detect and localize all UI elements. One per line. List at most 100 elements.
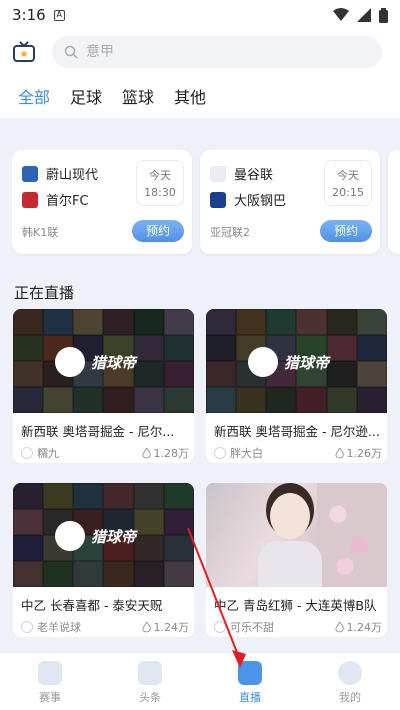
match-carousel[interactable]: 蔚山现代 首尔FC 今天 18:30 韩K1联 预约 曼谷联 大阪钢巴 今天 2… — [12, 150, 400, 256]
view-count: 1.28万 — [141, 445, 190, 461]
live-card[interactable]: 猎球帝 中乙 长春喜都 - 泰安天贶 老羊说球 1.24万 — [13, 483, 194, 637]
fire-icon — [334, 447, 344, 458]
avatar — [21, 621, 33, 633]
trophy-icon — [38, 661, 62, 685]
live-card[interactable]: 中乙 青岛红狮 - 大连英博B队 可乐不甜 1.24万 — [206, 483, 387, 637]
team-row: 蔚山现代 — [22, 164, 98, 183]
team-row: 大阪钢巴 — [210, 190, 286, 209]
live-meta: 老羊说球 1.24万 — [21, 619, 189, 635]
view-count: 1.24万 — [334, 619, 383, 635]
live-thumbnail — [206, 483, 387, 587]
tabbar-item-events[interactable]: 赛事 — [0, 653, 100, 710]
category-tabs: 全部 足球 篮球 其他 — [0, 74, 400, 118]
logo-icon — [55, 347, 85, 377]
team-name: 首尔FC — [46, 194, 89, 209]
play-icon — [238, 661, 262, 685]
signal-icon — [357, 8, 371, 22]
views-text: 1.24万 — [153, 621, 190, 634]
tabbar-label: 头条 — [139, 691, 161, 704]
live-meta: 糯九 1.28万 — [21, 445, 189, 461]
status-bar: 3:16 A — [0, 0, 400, 30]
avatar — [214, 621, 226, 633]
logo-text: 猎球帝 — [91, 527, 137, 546]
brand-logo: 猎球帝 — [248, 347, 329, 377]
live-card[interactable]: 猎球帝 新西联 奥塔哥掘金 - 尼尔... 糯九 1.28万 — [13, 309, 194, 463]
live-meta: 胖大白 1.26万 — [214, 445, 382, 461]
match-day: 今天 — [337, 169, 359, 182]
top-bar — [0, 30, 400, 74]
match-card[interactable]: 蔚山现代 首尔FC 今天 18:30 韩K1联 预约 — [12, 150, 192, 254]
avatar — [214, 447, 226, 459]
logo-text: 猎球帝 — [91, 353, 137, 372]
live-card[interactable]: 猎球帝 新西联 奥塔哥掘金 - 尼尔逊... 胖大白 1.26万 — [206, 309, 387, 463]
view-count: 1.26万 — [334, 445, 383, 461]
tab-all[interactable]: 全部 — [18, 84, 50, 108]
news-icon — [138, 661, 162, 685]
tab-football[interactable]: 足球 — [70, 84, 102, 108]
fire-icon — [334, 621, 344, 632]
fire-icon — [141, 447, 151, 458]
views-text: 1.28万 — [153, 447, 190, 460]
wifi-icon — [333, 8, 349, 21]
streamer-figure — [258, 541, 322, 587]
live-title: 新西联 奥塔哥掘金 - 尼尔逊... — [214, 424, 380, 439]
views-text: 1.26万 — [346, 447, 383, 460]
logo-icon — [248, 347, 278, 377]
fire-icon — [141, 621, 151, 632]
team-badge-icon — [22, 191, 38, 208]
reserve-button[interactable]: 预约 — [320, 220, 372, 242]
flowers-decoration — [317, 483, 387, 587]
section-title: 正在直播 — [14, 284, 75, 302]
brand-logo: 猎球帝 — [55, 347, 136, 377]
live-title: 新西联 奥塔哥掘金 - 尼尔... — [21, 424, 175, 439]
tab-other[interactable]: 其他 — [174, 84, 206, 108]
bottom-tab-bar: 赛事 头条 直播 我的 — [0, 652, 400, 710]
league-name: 韩K1联 — [22, 226, 59, 239]
anchor-name: 胖大白 — [230, 447, 263, 460]
streamer-face — [270, 493, 310, 539]
tabbar-item-headlines[interactable]: 头条 — [100, 653, 200, 710]
reserve-button[interactable]: 预约 — [132, 220, 184, 242]
match-card-partial[interactable] — [388, 150, 400, 254]
team-name: 曼谷联 — [234, 168, 274, 183]
tabbar-label: 赛事 — [39, 691, 61, 704]
tabbar-item-live[interactable]: 直播 — [200, 653, 300, 710]
profile-icon — [338, 661, 362, 685]
live-title: 中乙 青岛红狮 - 大连英博B队 — [214, 598, 377, 613]
view-count: 1.24万 — [141, 619, 190, 635]
team-row: 曼谷联 — [210, 164, 273, 183]
team-row: 首尔FC — [22, 190, 89, 209]
views-text: 1.24万 — [346, 621, 383, 634]
status-icons — [333, 7, 388, 23]
tabbar-item-profile[interactable]: 我的 — [300, 653, 400, 710]
logo-icon — [55, 521, 85, 551]
search-box[interactable] — [52, 36, 382, 68]
anchor-name: 可乐不甜 — [230, 621, 274, 634]
brand-logo: 猎球帝 — [55, 521, 136, 551]
logo-text: 猎球帝 — [284, 353, 330, 372]
anchor-name: 老羊说球 — [37, 621, 81, 634]
match-card[interactable]: 曼谷联 大阪钢巴 今天 20:15 亚冠联2 预约 — [200, 150, 380, 254]
search-icon — [64, 45, 78, 59]
live-thumbnail: 猎球帝 — [206, 309, 387, 413]
anchor-name: 糯九 — [37, 447, 59, 460]
tv-icon[interactable] — [12, 40, 36, 64]
match-time: 今天 20:15 — [324, 160, 372, 206]
avatar — [21, 447, 33, 459]
match-day: 今天 — [149, 169, 171, 182]
tabbar-label: 直播 — [239, 691, 261, 704]
live-title: 中乙 长春喜都 - 泰安天贶 — [21, 598, 163, 613]
status-time: 3:16 — [12, 6, 46, 24]
league-name: 亚冠联2 — [210, 226, 250, 239]
team-badge-icon — [210, 165, 226, 182]
tabbar-label: 我的 — [339, 691, 361, 704]
match-clock: 20:15 — [332, 186, 364, 199]
tab-basketball[interactable]: 篮球 — [122, 84, 154, 108]
battery-icon — [379, 7, 388, 23]
team-name: 大阪钢巴 — [234, 194, 287, 209]
team-name: 蔚山现代 — [46, 168, 99, 183]
team-badge-icon — [22, 165, 38, 182]
match-time: 今天 18:30 — [136, 160, 184, 206]
live-thumbnail: 猎球帝 — [13, 309, 194, 413]
search-input[interactable] — [86, 44, 336, 60]
